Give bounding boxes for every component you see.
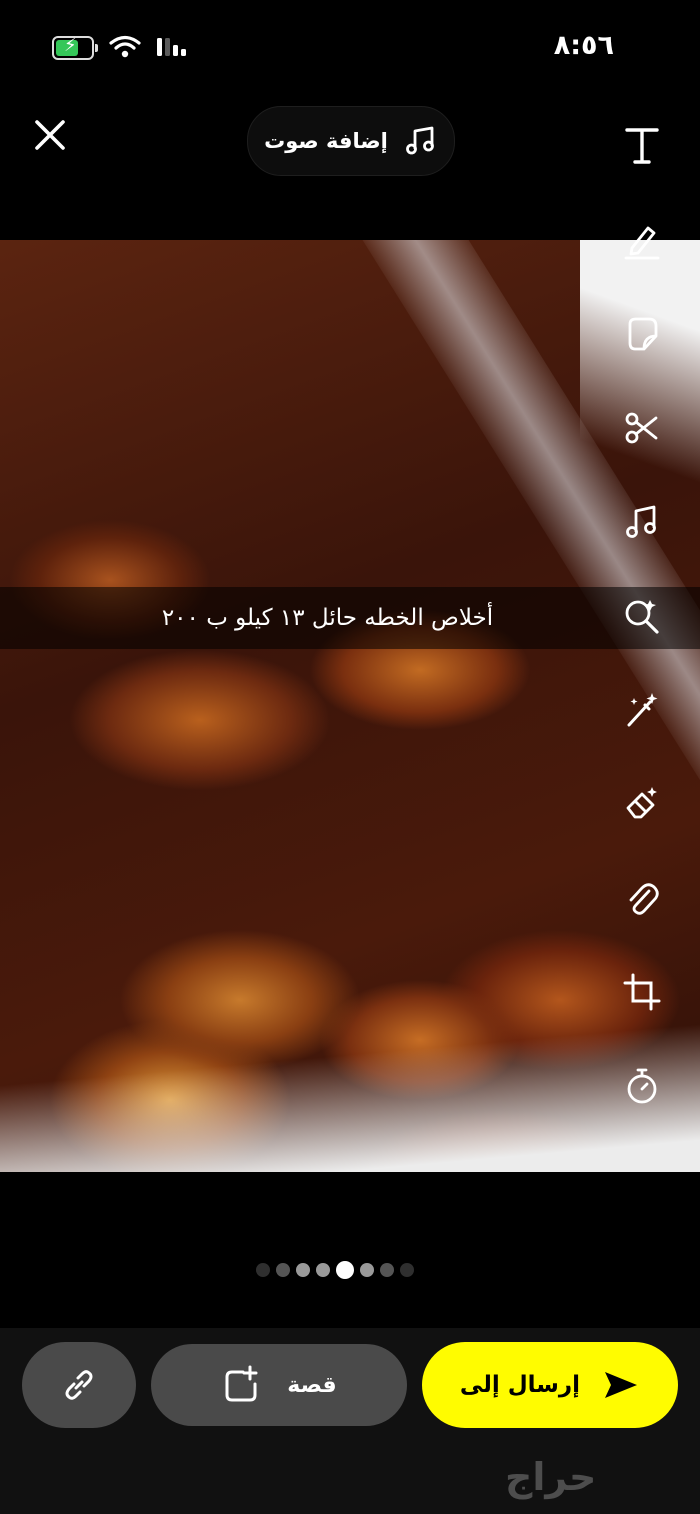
status-time: ٨:٥٦ xyxy=(553,30,614,61)
attachment-tool[interactable] xyxy=(614,870,670,926)
crop-icon xyxy=(623,973,661,1011)
send-to-button[interactable]: إرسال إلى xyxy=(422,1342,678,1428)
text-tool[interactable] xyxy=(614,118,670,174)
crop-tool[interactable] xyxy=(614,964,670,1020)
page-indicator xyxy=(256,1260,414,1280)
add-story-icon xyxy=(225,1365,258,1402)
scissors-icon xyxy=(625,412,658,444)
page-dot xyxy=(276,1263,290,1277)
haraj-watermark: حراج xyxy=(505,1455,597,1499)
text-icon xyxy=(625,128,659,164)
photo-dates-bag xyxy=(0,240,700,1172)
scissors-tool[interactable] xyxy=(614,400,670,456)
magic-wand-tool[interactable] xyxy=(614,682,670,738)
link-button[interactable] xyxy=(22,1342,136,1428)
wifi-icon xyxy=(109,35,141,58)
music-note-icon xyxy=(405,126,434,155)
music-note-icon xyxy=(626,505,656,538)
link-icon xyxy=(65,1370,93,1400)
magic-wand-icon xyxy=(627,693,658,727)
draw-tool[interactable] xyxy=(614,212,670,268)
story-label: قصة xyxy=(287,1372,337,1398)
eraser-icon xyxy=(626,787,657,819)
timer-icon xyxy=(627,1068,657,1104)
pencil-icon xyxy=(624,226,660,260)
story-button[interactable]: قصة xyxy=(151,1344,407,1426)
timer-tool[interactable] xyxy=(614,1058,670,1114)
page-dot xyxy=(296,1263,310,1277)
add-sound-label: إضافة صوت xyxy=(264,129,388,153)
close-button[interactable] xyxy=(28,113,72,157)
page-dot xyxy=(256,1263,270,1277)
paperclip-icon xyxy=(629,883,659,915)
search-tool[interactable] xyxy=(614,588,670,644)
page-dot xyxy=(316,1263,330,1277)
send-to-label: إرسال إلى xyxy=(459,1372,581,1398)
eraser-tool[interactable] xyxy=(614,776,670,832)
caption-text: أخلاص الخطه حائل ١٣ كيلو ب ٢٠٠ xyxy=(161,605,494,631)
music-tool[interactable] xyxy=(614,494,670,550)
status-bar: ⚡ ٨:٥٦ xyxy=(0,0,700,90)
search-sparkle-icon xyxy=(625,600,659,634)
page-dot xyxy=(360,1263,374,1277)
battery-icon: ⚡ xyxy=(52,35,98,60)
sticker-icon xyxy=(628,317,658,351)
close-icon xyxy=(35,120,65,150)
page-dot xyxy=(380,1263,394,1277)
signal-icon xyxy=(157,38,186,56)
add-sound-button[interactable]: إضافة صوت xyxy=(247,106,455,176)
send-arrow-icon xyxy=(605,1372,638,1398)
sticker-tool[interactable] xyxy=(614,306,670,362)
caption-bar[interactable]: أخلاص الخطه حائل ١٣ كيلو ب ٢٠٠ xyxy=(0,587,700,649)
page-dot xyxy=(400,1263,414,1277)
page-dot-active xyxy=(336,1261,354,1279)
